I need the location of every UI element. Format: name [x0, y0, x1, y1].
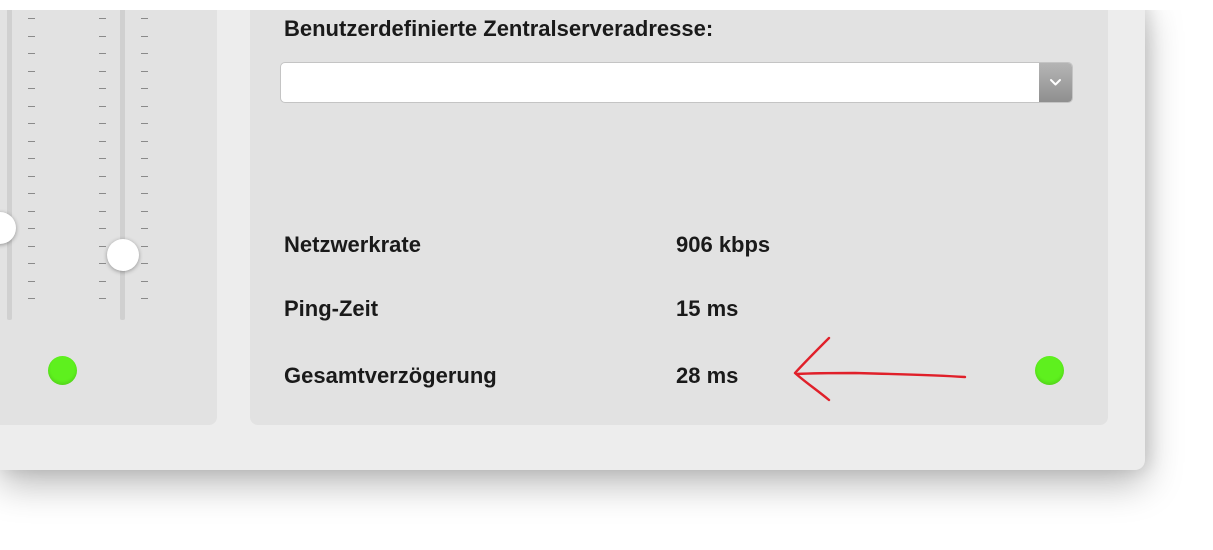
fader-tick: [141, 123, 148, 124]
settings-window: Benutzerdefinierte Zentralserveradresse:…: [0, 0, 1145, 470]
fader-tick: [99, 53, 106, 54]
fader-tick: [28, 298, 35, 299]
fader-tick: [28, 228, 35, 229]
fader-tick: [28, 211, 35, 212]
fader-tick: [99, 263, 106, 264]
fader-tick: [141, 228, 148, 229]
fader-tick: [141, 36, 148, 37]
fader-tick: [141, 193, 148, 194]
fader-tick: [141, 88, 148, 89]
fader-tick: [141, 281, 148, 282]
arrow-left-icon: [793, 336, 967, 402]
fader-tick: [28, 123, 35, 124]
ping-time-value: 15 ms: [676, 296, 739, 321]
total-delay-value: 28 ms: [676, 363, 739, 388]
fader-tick: [28, 193, 35, 194]
fader-tick: [28, 18, 35, 19]
fader-tick: [141, 141, 148, 142]
fader-tick: [141, 18, 148, 19]
fader-tick: [99, 228, 106, 229]
total-delay-label: Gesamtverzögerung: [284, 363, 497, 388]
fader-tick: [28, 263, 35, 264]
fader-tick: [28, 88, 35, 89]
fader-tick: [99, 211, 106, 212]
fader-tick: [28, 71, 35, 72]
fader-tick: [99, 281, 106, 282]
fader-tick: [99, 246, 106, 247]
fader-tick: [141, 71, 148, 72]
fader-tick: [141, 106, 148, 107]
fader-tick: [99, 36, 106, 37]
fader-tick: [28, 106, 35, 107]
fader-tick: [141, 263, 148, 264]
fader-knob-2[interactable]: [107, 239, 139, 271]
fader-tick: [99, 193, 106, 194]
fader-tick: [99, 123, 106, 124]
fader-knob-1[interactable]: [0, 212, 16, 244]
fader-panel: [0, 0, 217, 425]
fader-tick: [99, 106, 106, 107]
status-led-left: [48, 356, 77, 385]
fader-tick: [28, 158, 35, 159]
server-address-select[interactable]: [280, 62, 1073, 103]
network-rate-label: Netzwerkrate: [284, 232, 421, 257]
network-rate-value: 906 kbps: [676, 232, 771, 257]
fader-tick: [28, 246, 35, 247]
fader-tick: [99, 141, 106, 142]
chevron-down-icon[interactable]: [1039, 63, 1072, 102]
fader-tick: [99, 298, 106, 299]
fader-track-2: [120, 0, 125, 320]
status-led-right: [1035, 356, 1064, 385]
fader-tick: [141, 211, 148, 212]
fader-tick: [141, 246, 148, 247]
fader-tick: [141, 176, 148, 177]
fader-tick: [141, 298, 148, 299]
fader-tick: [99, 18, 106, 19]
fader-tick: [141, 158, 148, 159]
fader-tick: [28, 141, 35, 142]
fader-tick: [99, 176, 106, 177]
screenshot-crop-edge: [0, 0, 1213, 10]
fader-tick: [99, 158, 106, 159]
fader-track-1: [7, 0, 12, 320]
fader-tick: [99, 88, 106, 89]
fader-tick: [28, 53, 35, 54]
fader-tick: [28, 176, 35, 177]
connection-panel: Benutzerdefinierte Zentralserveradresse:…: [250, 0, 1108, 425]
fader-tick: [28, 281, 35, 282]
server-address-label: Benutzerdefinierte Zentralserveradresse:: [284, 16, 714, 41]
ping-time-label: Ping-Zeit: [284, 296, 379, 321]
fader-tick: [99, 71, 106, 72]
fader-tick: [28, 36, 35, 37]
fader-tick: [141, 53, 148, 54]
